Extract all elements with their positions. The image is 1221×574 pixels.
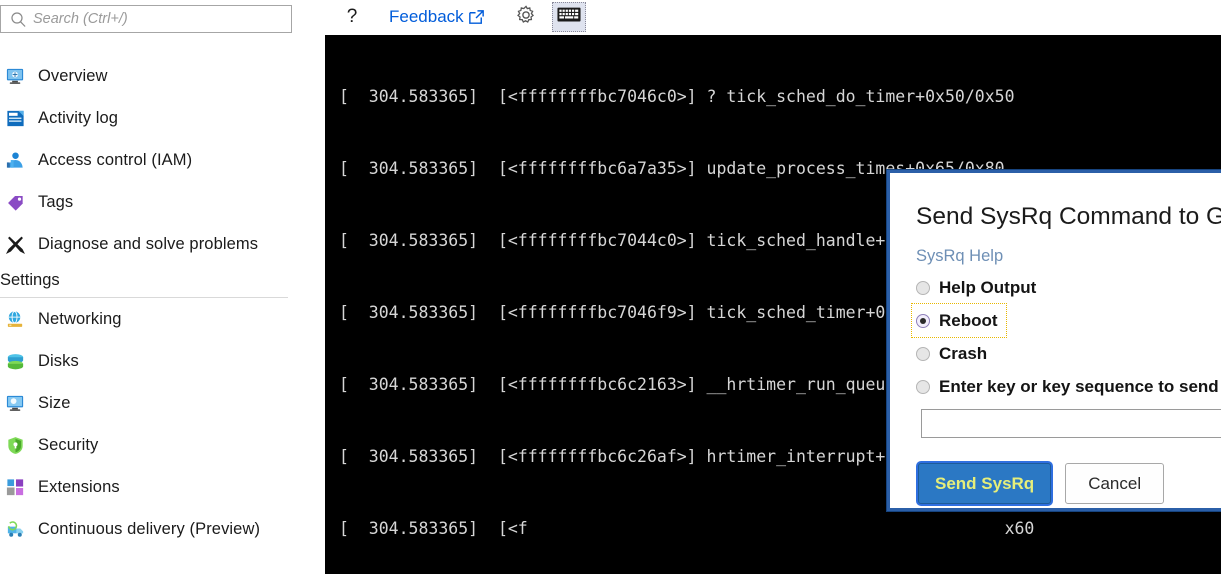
console-toolbar: ? Feedback bbox=[325, 0, 1221, 34]
dialog-title: Send SysRq Command to Guest bbox=[916, 203, 1221, 230]
option-label: Help Output bbox=[939, 277, 1037, 297]
app-root: « Overview bbox=[0, 0, 1221, 574]
sidebar-item-label: Disks bbox=[38, 351, 79, 370]
search-box[interactable] bbox=[0, 5, 292, 33]
feedback-link[interactable]: Feedback bbox=[389, 7, 486, 27]
sidebar-item-label: Extensions bbox=[38, 477, 120, 496]
option-label: Crash bbox=[939, 343, 988, 363]
sidebar-item-label: Diagnose and solve problems bbox=[38, 234, 259, 253]
sidebar-section-settings: Settings bbox=[0, 271, 60, 289]
search-input[interactable] bbox=[29, 7, 291, 31]
sidebar-item-overview[interactable]: Overview bbox=[0, 55, 292, 97]
sidebar-item-label: Overview bbox=[38, 66, 108, 85]
extensions-icon bbox=[4, 476, 26, 498]
radio-icon[interactable] bbox=[916, 313, 930, 328]
help-button[interactable]: ? bbox=[337, 2, 367, 32]
sidebar-item-label: Networking bbox=[38, 309, 122, 328]
external-link-icon bbox=[467, 8, 486, 27]
sidebar-item-extensions[interactable]: Extensions bbox=[0, 466, 292, 508]
sidebar-item-size[interactable]: Size bbox=[0, 382, 292, 424]
size-icon bbox=[4, 392, 26, 414]
console-pane: ? Feedback [304.583365] [<ffffffffbc704… bbox=[325, 0, 1221, 574]
console-line: [ 304.583365] [<f x60 bbox=[339, 519, 1035, 538]
sysrq-help-link[interactable]: SysRq Help bbox=[916, 247, 1003, 266]
radio-icon[interactable] bbox=[916, 280, 930, 295]
sidebar-item-access-control[interactable]: Access control (IAM) bbox=[0, 139, 292, 181]
option-label: Enter key or key sequence to send below: bbox=[939, 376, 1221, 396]
sidebar-item-label: Access control (IAM) bbox=[38, 150, 193, 169]
cancel-label: Cancel bbox=[1088, 473, 1142, 493]
tag-icon bbox=[4, 191, 26, 213]
option-reboot[interactable]: Reboot bbox=[911, 303, 1007, 338]
option-custom-key[interactable]: Enter key or key sequence to send below: bbox=[912, 370, 1221, 403]
radio-icon[interactable] bbox=[916, 346, 930, 361]
option-help-output[interactable]: Help Output bbox=[912, 271, 1044, 304]
sidebar-item-security[interactable]: Security bbox=[0, 424, 292, 466]
question-mark-icon: ? bbox=[346, 6, 358, 27]
keyboard-icon bbox=[557, 6, 581, 29]
sidebar-item-activity-log[interactable]: Activity log bbox=[0, 97, 292, 139]
search-icon bbox=[7, 8, 29, 30]
key-sequence-input[interactable] bbox=[921, 409, 1221, 438]
sidebar-item-label: Security bbox=[38, 435, 99, 454]
sidebar-item-label: Size bbox=[38, 393, 71, 412]
access-control-icon bbox=[4, 149, 26, 171]
sidebar-item-diagnose[interactable]: Diagnose and solve problems bbox=[0, 223, 292, 265]
settings-button[interactable] bbox=[512, 3, 540, 31]
sidebar-item-continuous-delivery[interactable]: Continuous delivery (Preview) bbox=[0, 508, 292, 550]
networking-icon bbox=[4, 308, 26, 330]
sidebar-item-label: Activity log bbox=[38, 108, 119, 127]
feedback-label: Feedback bbox=[389, 7, 464, 26]
keyboard-button[interactable] bbox=[551, 2, 586, 32]
gear-icon bbox=[515, 4, 537, 31]
cancel-button[interactable]: Cancel bbox=[1065, 463, 1165, 504]
option-crash[interactable]: Crash bbox=[912, 337, 995, 370]
console-line: [ 304.583365] [<ffffffffbc7046c0>] ? tic… bbox=[339, 87, 1015, 106]
sysrq-dialog: Send SysRq Command to Guest SysRq Help H… bbox=[887, 170, 1221, 511]
sidebar-item-networking[interactable]: Networking bbox=[0, 298, 292, 340]
sidebar-nav: Overview Activity log Access control (IA… bbox=[0, 55, 292, 550]
sysrq-option-group: Help Output Reboot Crash Enter key or ke… bbox=[911, 271, 1221, 403]
diagnose-icon bbox=[4, 233, 26, 255]
continuous-delivery-icon bbox=[4, 518, 26, 540]
sidebar-item-disks[interactable]: Disks bbox=[0, 340, 292, 382]
shield-icon bbox=[4, 434, 26, 456]
radio-icon[interactable] bbox=[916, 379, 930, 394]
send-sysrq-button[interactable]: Send SysRq bbox=[918, 463, 1052, 504]
dialog-button-row: Send SysRq Cancel bbox=[918, 463, 1165, 504]
activity-log-icon bbox=[4, 107, 26, 129]
option-label: Reboot bbox=[939, 310, 998, 330]
overview-icon bbox=[4, 65, 26, 87]
sidebar-item-tags[interactable]: Tags bbox=[0, 181, 292, 223]
sidebar: « Overview bbox=[0, 0, 297, 574]
send-sysrq-label: Send SysRq bbox=[935, 473, 1035, 493]
sidebar-item-label: Continuous delivery (Preview) bbox=[38, 519, 261, 538]
sidebar-item-label: Tags bbox=[38, 192, 74, 211]
disks-icon bbox=[4, 350, 26, 372]
